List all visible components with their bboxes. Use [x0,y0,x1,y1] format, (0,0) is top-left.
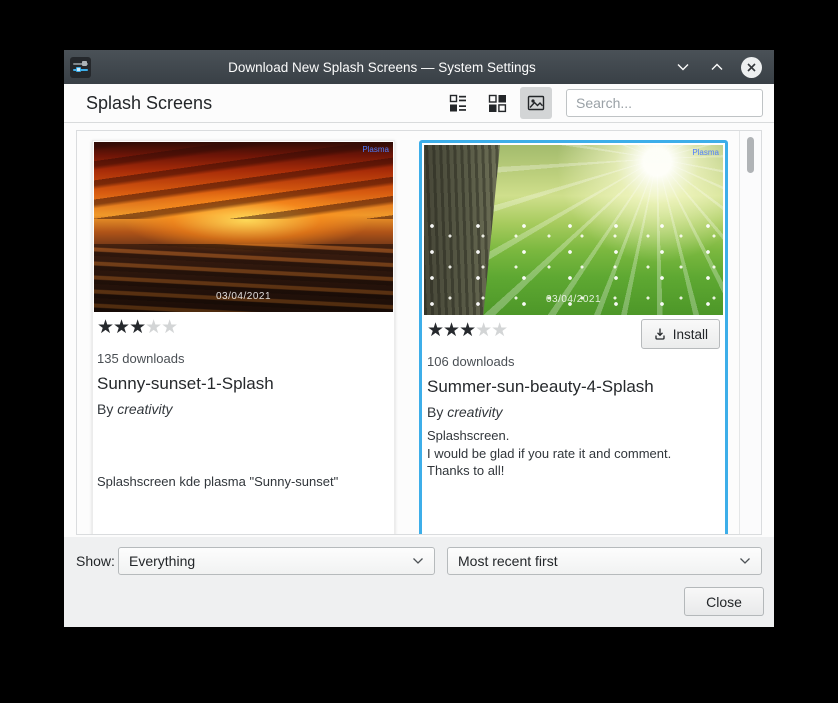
splash-title: Sunny-sunset-1-Splash [97,374,390,394]
page-title: Splash Screens [86,93,212,114]
star-rating: ★★★★★ [97,318,177,338]
splash-card-sunny-sunset[interactable]: Plasma 03/04/2021 ★★★★★ 135 downloads Su… [92,140,395,534]
grid-view-icon [486,92,508,114]
install-button[interactable]: Install [641,319,720,349]
list-details-view-icon [447,92,469,114]
splash-preview-image: Plasma 03/04/2021 [94,142,393,312]
author-byline: By creativity [97,401,390,417]
footer-bar: Show: Everything Most recent first Close [64,537,774,627]
author-byline: By creativity [427,404,720,420]
page-header: Splash Screens [64,84,774,123]
chevron-down-icon [412,557,424,565]
author-name: creativity [117,401,172,417]
window-controls [673,57,762,78]
splash-title: Summer-sun-beauty-4-Splash [427,377,720,397]
splash-description: Splashscreen kde plasma "Sunny-sunset" [97,473,390,491]
titlebar: Download New Splash Screens — System Set… [64,50,774,84]
watermark-text: Plasma [362,145,389,154]
star-rating: ★★★★★ [427,321,507,341]
author-name: creativity [447,404,502,420]
image-view-icon [525,92,547,114]
window-title: Download New Splash Screens — System Set… [91,60,673,75]
scrollbar-thumb[interactable] [747,137,754,173]
timestamp-overlay: 03/04/2021 [424,294,723,305]
close-icon[interactable] [741,57,762,78]
sort-dropdown-value: Most recent first [458,553,739,569]
maximize-icon[interactable] [707,57,727,77]
vertical-scrollbar[interactable] [739,131,761,534]
image-view-button[interactable] [520,87,552,119]
filter-dropdown[interactable]: Everything [118,547,435,575]
chevron-down-icon [739,557,751,565]
filter-dropdown-value: Everything [129,553,412,569]
watermark-text: Plasma [692,148,719,157]
downloads-count: 135 downloads [97,351,390,366]
settings-dialog-window: Download New Splash Screens — System Set… [64,50,774,627]
list-details-view-button[interactable] [442,87,474,119]
sort-dropdown[interactable]: Most recent first [447,547,762,575]
downloads-count: 106 downloads [427,354,720,369]
splash-card-summer-sun-beauty[interactable]: Plasma 03/04/2021 ★★★★★ Install [419,140,728,534]
timestamp-overlay: 03/04/2021 [94,291,393,302]
close-button[interactable]: Close [684,587,764,616]
minimize-icon[interactable] [673,57,693,77]
splash-list-viewport: Plasma 03/04/2021 ★★★★★ 135 downloads Su… [77,131,739,534]
install-download-icon [653,327,667,341]
splash-list-frame: Plasma 03/04/2021 ★★★★★ 135 downloads Su… [76,130,762,535]
grid-view-button[interactable] [481,87,513,119]
app-sliders-icon [70,57,91,78]
content-area: Plasma 03/04/2021 ★★★★★ 135 downloads Su… [64,123,774,537]
search-input[interactable] [566,89,763,117]
splash-description: Splashscreen. I would be glad if you rat… [427,427,720,480]
show-label: Show: [76,553,115,569]
splash-preview-image: Plasma 03/04/2021 [424,145,723,315]
